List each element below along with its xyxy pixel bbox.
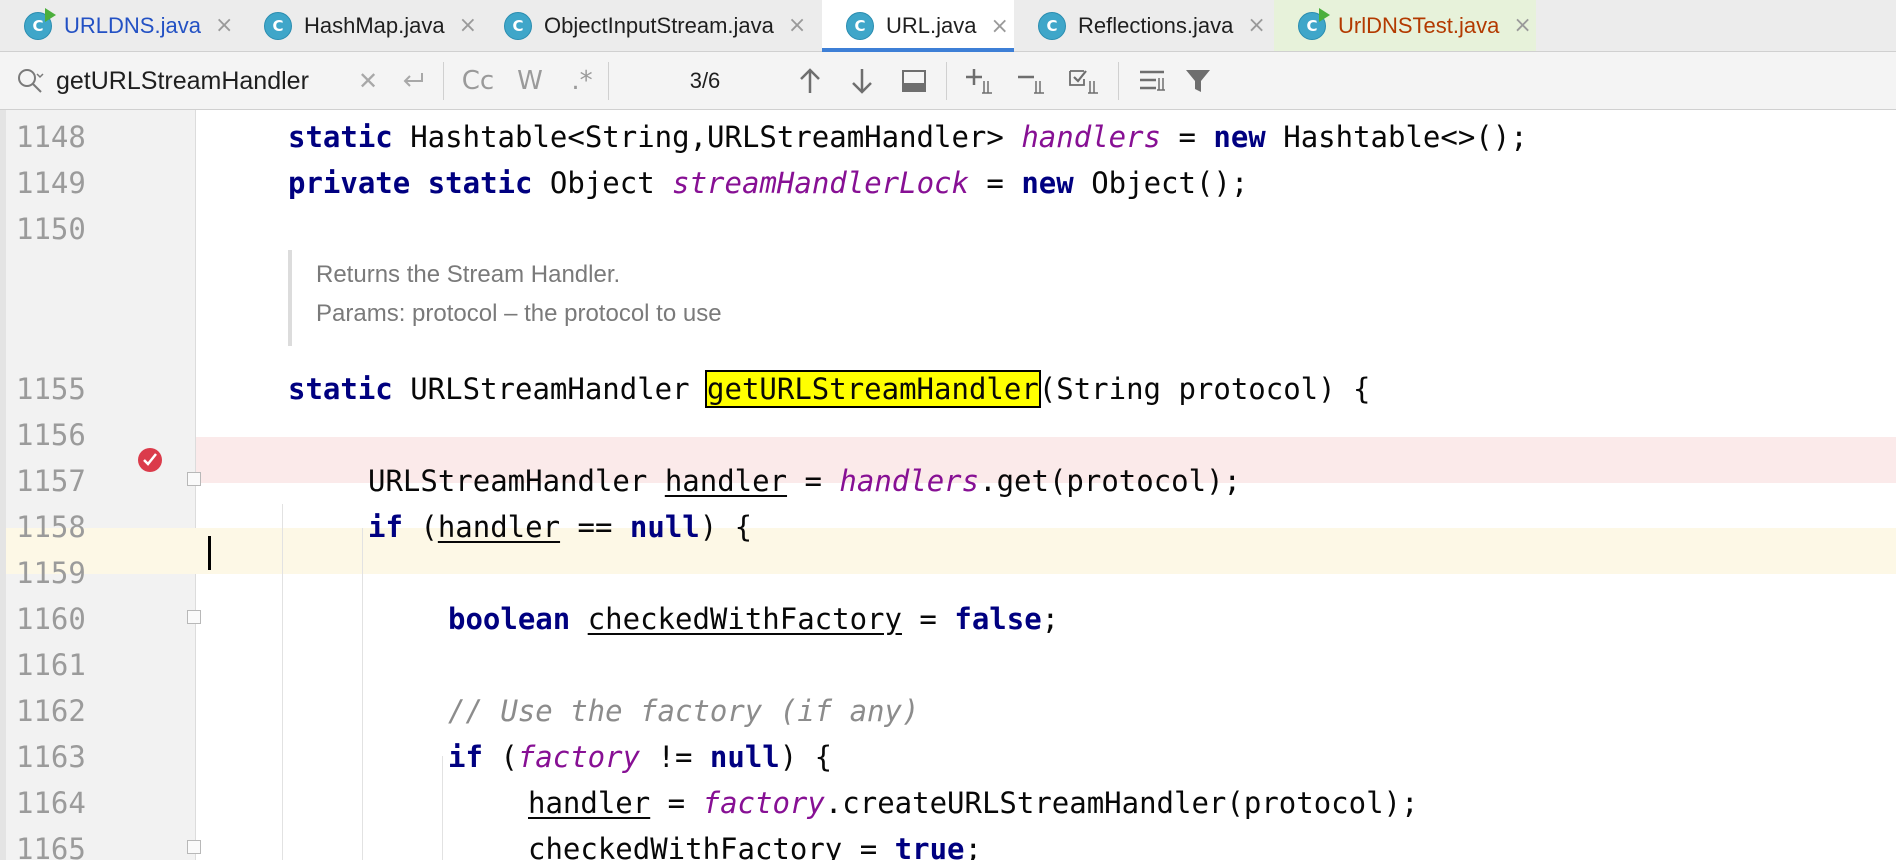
line-number: 1150 <box>16 212 86 246</box>
line-number: 1160 <box>16 602 86 636</box>
tab-hashmap[interactable]: C HashMap.java × <box>240 0 480 51</box>
line-number: 1155 <box>16 372 86 406</box>
filter-options-icon[interactable] <box>1132 52 1172 110</box>
fold-marker-icon[interactable] <box>187 610 201 624</box>
line-number: 1158 <box>16 510 86 544</box>
indent-guide <box>442 756 443 860</box>
code-line-1148: static Hashtable<String,URLStreamHandler… <box>288 120 1528 154</box>
java-class-icon: C <box>504 11 532 40</box>
indent-guide <box>282 504 283 860</box>
divider <box>443 62 444 100</box>
tab-urldnstest[interactable]: C UrlDNSTest.java × <box>1274 0 1536 51</box>
clear-search-icon[interactable]: ✕ <box>352 52 384 110</box>
java-class-icon: C <box>1298 7 1330 40</box>
code-line-1160: boolean checkedWithFactory = false; <box>448 602 1060 636</box>
close-icon[interactable]: × <box>788 13 806 38</box>
code-line-1149: private static Object streamHandlerLock … <box>288 166 1249 200</box>
doc-comment-line: Params: protocol – the protocol to use <box>316 300 722 327</box>
divider <box>608 62 609 100</box>
run-badge-icon <box>45 7 56 22</box>
line-number: 1148 <box>16 120 86 154</box>
tab-label: UrlDNSTest.java <box>1338 12 1500 38</box>
find-toolbar: ✕ Cc W .* 3/6 <box>0 52 1896 110</box>
tab-urldns[interactable]: C URLDNS.java × <box>0 0 240 51</box>
line-number: 1159 <box>16 556 86 590</box>
text-caret <box>208 536 211 570</box>
close-icon[interactable]: × <box>1247 13 1265 38</box>
tab-objectinputstream[interactable]: C ObjectInputStream.java × <box>480 0 822 51</box>
code-line-1165: checkedWithFactory = true; <box>528 832 982 860</box>
search-match-highlight: getURLStreamHandler <box>705 370 1041 408</box>
code-line-1164: handler = factory.createURLStreamHandler… <box>528 786 1419 820</box>
editor-tab-bar: C URLDNS.java × C HashMap.java × C Objec… <box>0 0 1896 52</box>
add-occurrence-icon[interactable] <box>958 52 1002 110</box>
tab-reflections[interactable]: C Reflections.java × <box>1014 0 1274 51</box>
run-badge-icon <box>1319 7 1330 22</box>
tab-label: ObjectInputStream.java <box>544 12 774 38</box>
code-line-1163: if (factory != null) { <box>448 740 833 774</box>
close-icon[interactable]: × <box>215 13 233 38</box>
tab-label: Reflections.java <box>1078 12 1234 38</box>
breakpoint-icon[interactable] <box>136 444 166 474</box>
fold-marker-icon[interactable] <box>187 840 201 854</box>
tab-label: URL.java <box>886 13 977 38</box>
fold-marker-icon[interactable] <box>187 472 201 486</box>
search-icon[interactable] <box>10 52 50 110</box>
tab-label: HashMap.java <box>304 12 445 38</box>
line-number: 1162 <box>16 694 86 728</box>
search-input[interactable] <box>56 64 356 98</box>
close-icon[interactable]: × <box>990 14 1008 39</box>
match-count: 3/6 <box>689 68 721 93</box>
line-number: 1164 <box>16 786 86 820</box>
select-all-occurrences-icon[interactable] <box>894 52 934 110</box>
doc-comment-line: Returns the Stream Handler. <box>316 261 621 288</box>
remove-occurrence-icon[interactable] <box>1010 52 1054 110</box>
divider <box>946 62 947 100</box>
code-editor[interactable]: 1148 1149 1150 1155 1156 1157 1158 1159 … <box>0 110 1896 860</box>
java-class-icon: C <box>846 12 874 40</box>
line-number: 1165 <box>16 832 86 860</box>
line-number: 1156 <box>16 418 86 452</box>
line-number: 1149 <box>16 166 86 200</box>
new-line-icon[interactable] <box>394 52 434 110</box>
code-line-1158: if (handler == null) { <box>368 510 753 544</box>
java-class-icon: C <box>24 7 56 40</box>
code-line-1162: // Use the factory (if any) <box>448 694 920 728</box>
indent-guide <box>362 528 363 860</box>
close-icon[interactable]: × <box>459 13 477 38</box>
arrow-down-icon[interactable] <box>842 52 882 110</box>
tab-url[interactable]: C URL.java × <box>822 0 1014 52</box>
doc-comment-bar <box>288 250 292 346</box>
filter-icon[interactable] <box>1178 52 1218 110</box>
code-line-1157: URLStreamHandler handler = handlers.get(… <box>368 464 1242 498</box>
java-class-icon: C <box>1038 11 1066 40</box>
line-number: 1163 <box>16 740 86 774</box>
arrow-up-icon[interactable] <box>790 52 830 110</box>
line-number: 1157 <box>16 464 86 498</box>
code-line-1155: static URLStreamHandler getURLStreamHand… <box>288 370 1371 408</box>
words-toggle[interactable]: W <box>510 52 550 110</box>
select-all-matches-icon[interactable] <box>1062 52 1106 110</box>
close-icon[interactable]: × <box>1513 13 1531 38</box>
regex-toggle[interactable]: .* <box>560 52 604 110</box>
divider <box>1118 62 1119 100</box>
caret-line-highlight <box>6 528 1896 574</box>
tab-label: URLDNS.java <box>64 12 201 38</box>
java-class-icon: C <box>264 11 292 40</box>
match-case-toggle[interactable]: Cc <box>456 52 500 110</box>
line-number: 1161 <box>16 648 86 682</box>
